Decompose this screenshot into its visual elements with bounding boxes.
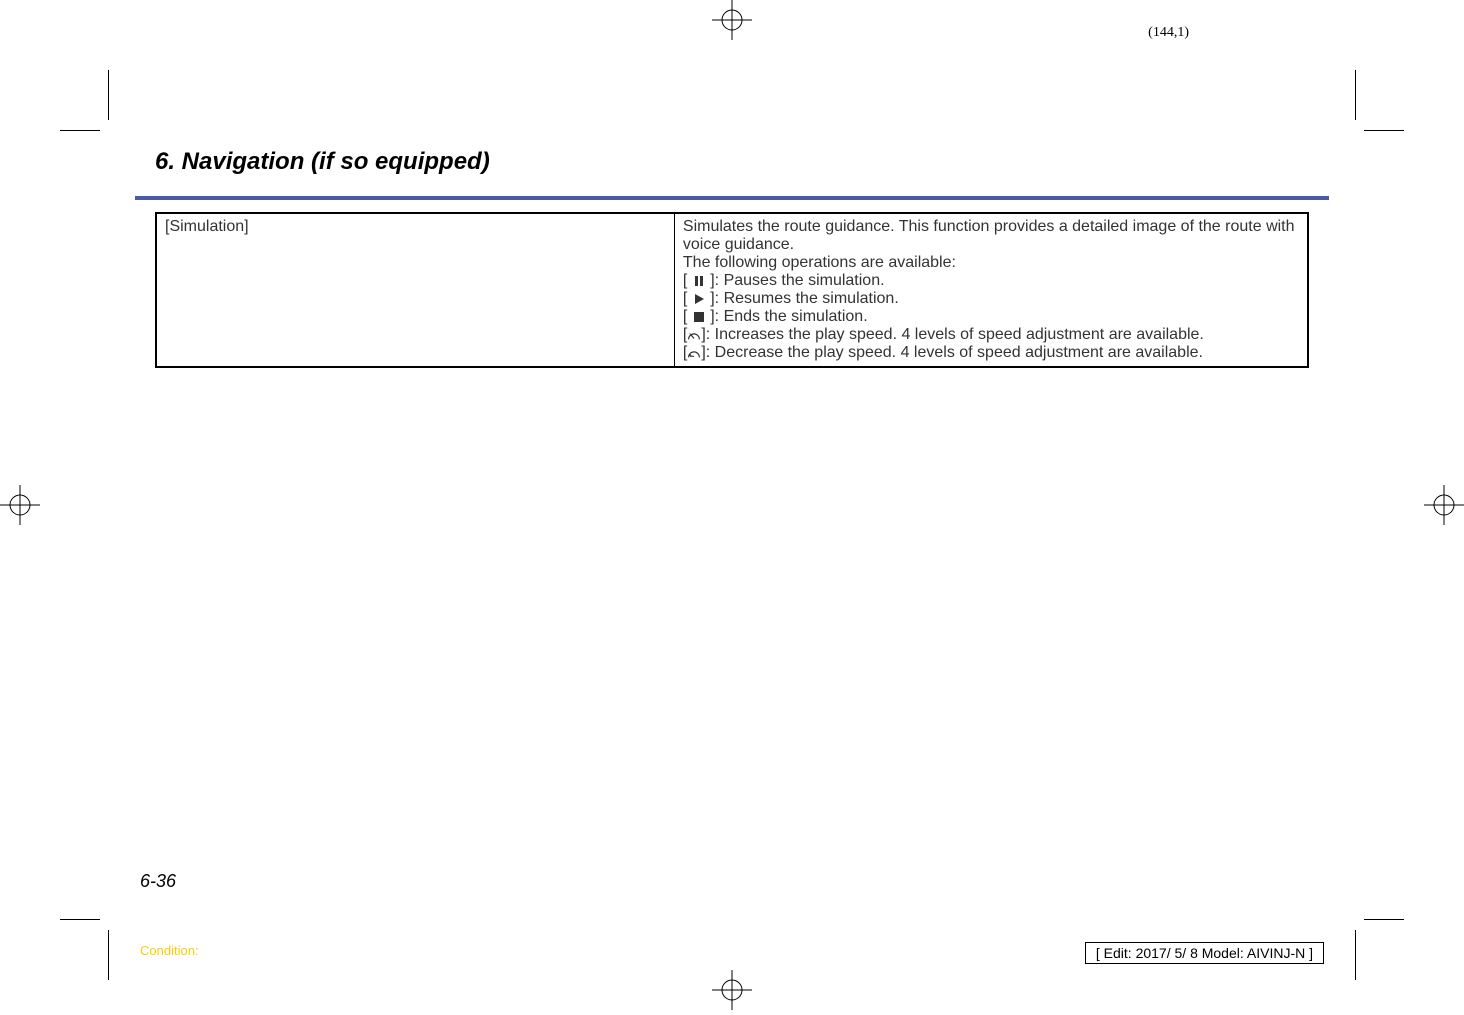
crop-tick-h-tr (1364, 130, 1404, 131)
info-table: [Simulation] Simulates the route guidanc… (155, 212, 1309, 368)
crop-tick-top-left (108, 70, 109, 120)
reg-mark-top (712, 0, 752, 40)
edit-info-box: [ Edit: 2017/ 5/ 8 Model: AIVINJ-N ] (1085, 942, 1324, 964)
page-content: 6. Navigation (if so equipped) [Simulati… (155, 148, 1309, 368)
speed-up-icon (687, 328, 701, 342)
desc-line1: Simulates the route guidance. This funct… (683, 218, 1295, 253)
crop-tick-h-bl (60, 919, 100, 920)
op-resume: ]: Resumes the simulation. (710, 290, 899, 307)
table-cell-label: [Simulation] (156, 213, 674, 367)
section-title: 6. Navigation (if so equipped) (155, 148, 1309, 176)
op-end: ]: Ends the simulation. (710, 308, 867, 325)
play-icon (692, 292, 706, 306)
crop-tick-top-right (1355, 70, 1356, 120)
table-cell-description: Simulates the route guidance. This funct… (674, 213, 1308, 367)
op-increase: ]: Increases the play speed. 4 levels of… (701, 326, 1204, 343)
section-divider (135, 196, 1329, 200)
reg-mark-right (1424, 485, 1464, 525)
reg-mark-bottom (712, 970, 752, 1010)
crop-tick-h-tl (60, 130, 100, 131)
page-coords: (144,1) (1148, 25, 1189, 41)
table-row: [Simulation] Simulates the route guidanc… (156, 213, 1308, 367)
pause-icon (692, 274, 706, 288)
crop-tick-bottom-left (108, 930, 109, 980)
desc-line2: The following operations are available: (683, 254, 956, 271)
op-decrease: ]: Decrease the play speed. 4 levels of … (701, 344, 1203, 361)
speed-down-icon (687, 346, 701, 360)
crop-tick-h-br (1364, 919, 1404, 920)
page-number: 6-36 (140, 871, 176, 892)
crop-tick-bottom-right (1355, 930, 1356, 980)
condition-label: Condition: (140, 943, 199, 958)
stop-icon (692, 310, 706, 324)
reg-mark-left (0, 485, 40, 525)
op-pause: ]: Pauses the simulation. (710, 272, 884, 289)
